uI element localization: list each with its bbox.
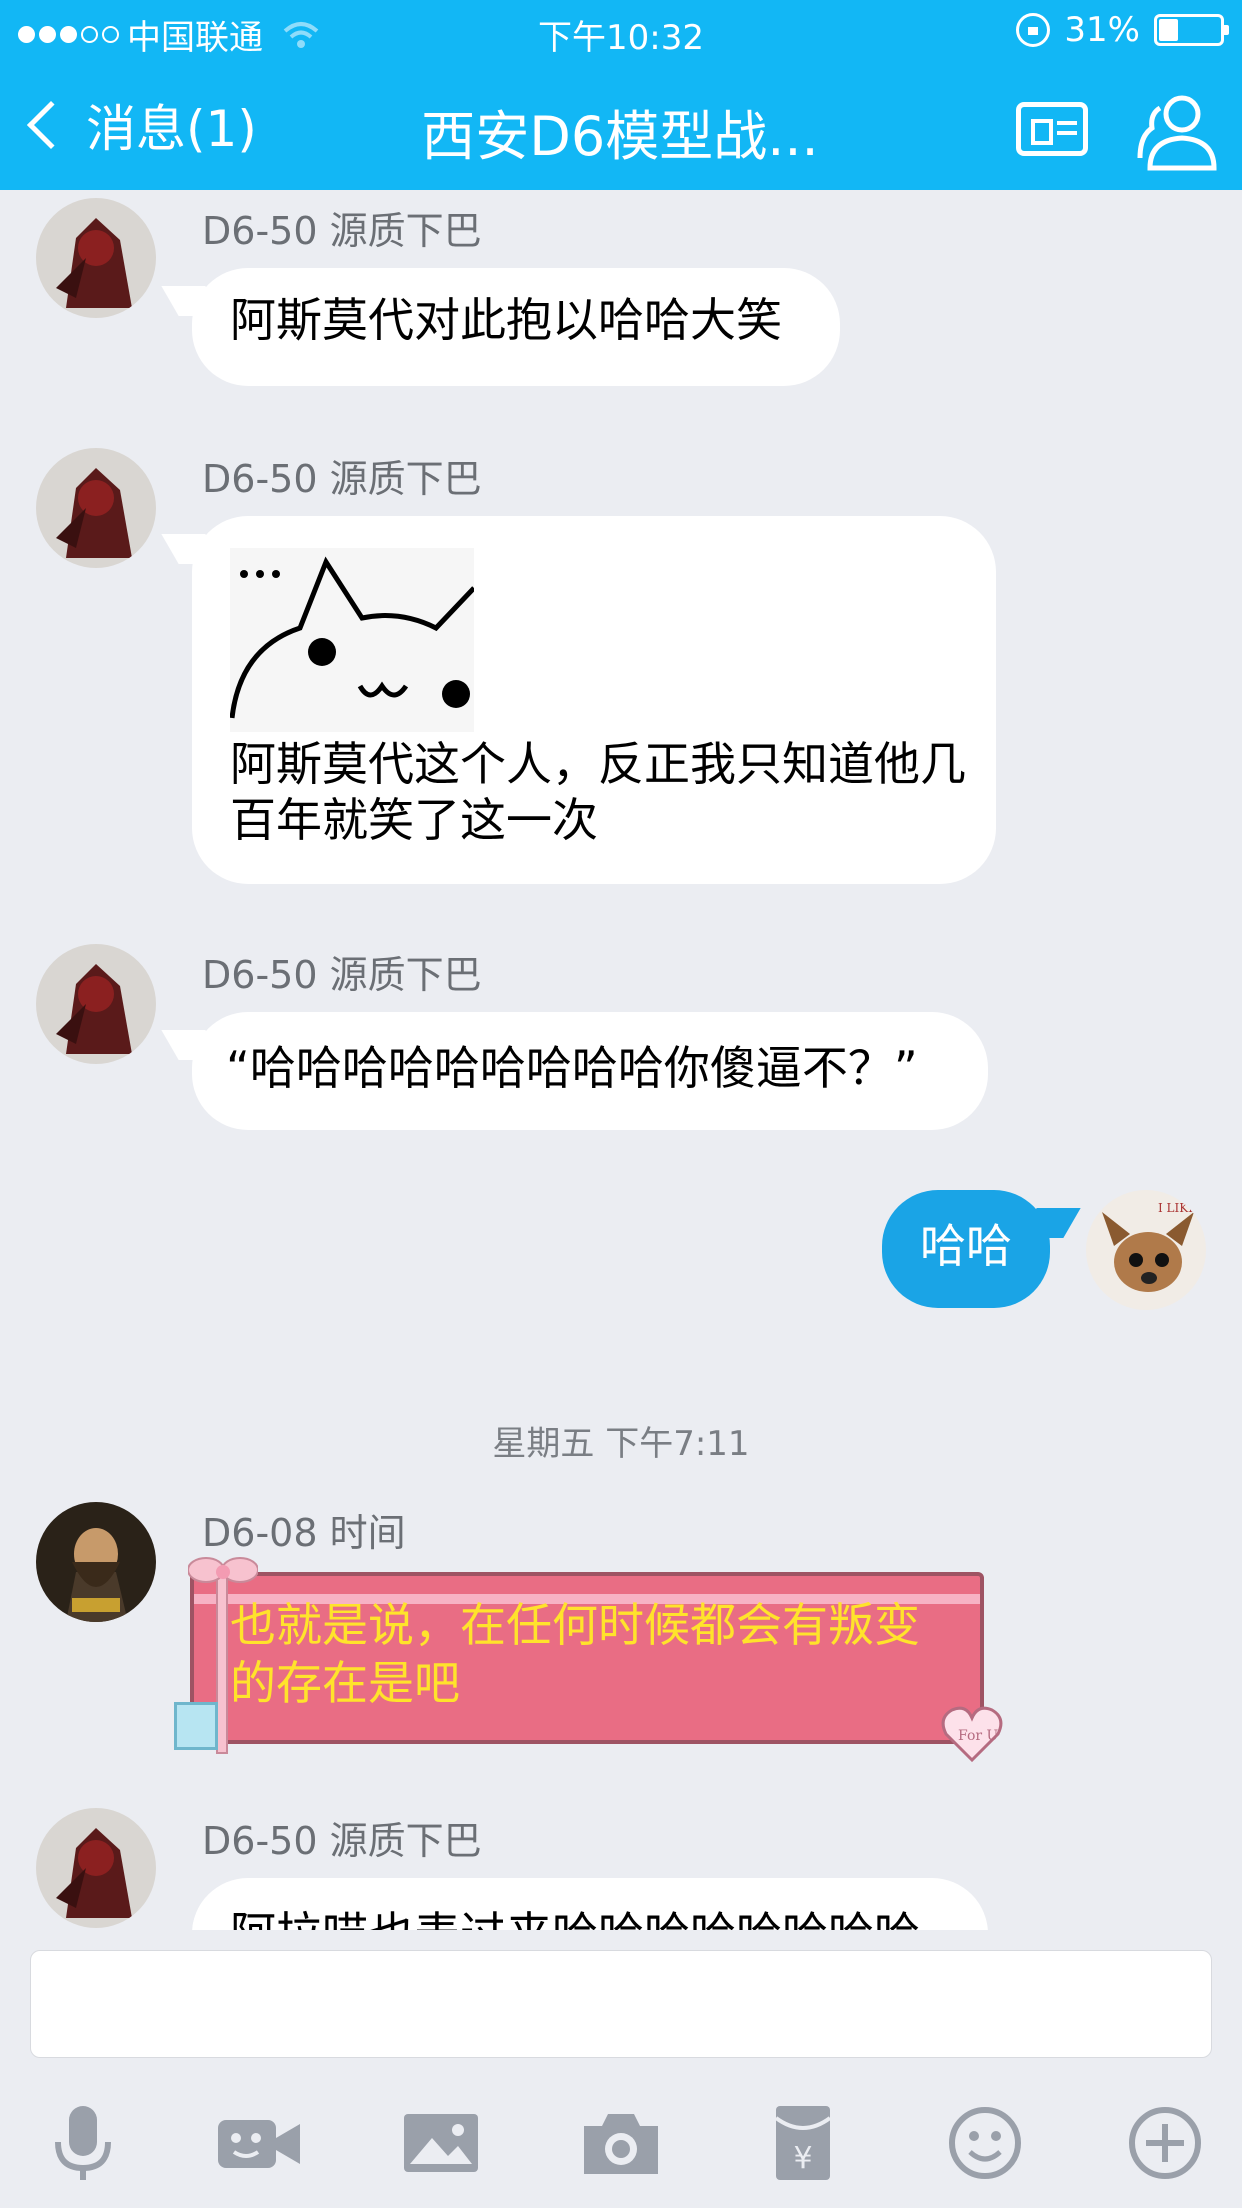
camera-button[interactable] bbox=[576, 2098, 666, 2188]
message-bubble[interactable]: “哈哈哈哈哈哈哈哈哈你傻逼不？” bbox=[192, 1012, 988, 1130]
gift-message-bubble[interactable]: 也就是说，在任何时候都会有叛变的存在是吧 For U bbox=[174, 1557, 1003, 1763]
more-button[interactable] bbox=[1120, 2098, 1210, 2188]
message-input[interactable] bbox=[30, 1950, 1212, 2058]
status-bar: 中国联通 下午10:32 31% bbox=[0, 0, 1242, 62]
message-text: 阿斯莫代这个人，反正我只知道他几百年就笑了这一次 bbox=[230, 737, 966, 847]
emoji-icon bbox=[949, 2107, 1021, 2179]
back-label: 消息(1) bbox=[86, 100, 257, 158]
svg-text:¥: ¥ bbox=[793, 2141, 812, 2176]
header: 中国联通 下午10:32 31% 消息(1) 西安D6模型战... bbox=[0, 0, 1242, 190]
mic-button[interactable] bbox=[38, 2098, 128, 2188]
sender-name: D6-50 源质下巴 bbox=[202, 209, 482, 253]
nav-bar: 消息(1) 西安D6模型战... bbox=[0, 62, 1242, 190]
group-members-icon[interactable] bbox=[1136, 88, 1220, 172]
video-call-button[interactable] bbox=[214, 2098, 304, 2188]
battery-icon bbox=[1154, 14, 1229, 46]
group-card-icon[interactable] bbox=[1016, 102, 1088, 156]
chat-title[interactable]: 西安D6模型战... bbox=[300, 92, 940, 171]
bow-icon bbox=[188, 1557, 258, 1583]
red-packet-button[interactable]: ¥ bbox=[758, 2098, 848, 2188]
gift-box-icon bbox=[174, 1702, 218, 1750]
chevron-left-icon bbox=[26, 100, 76, 150]
avatar[interactable] bbox=[36, 1808, 156, 1928]
sender-name: D6-50 源质下巴 bbox=[202, 457, 482, 501]
message-bubble[interactable]: 阿斯莫代这个人，反正我只知道他几百年就笑了这一次 bbox=[192, 516, 996, 884]
battery-fill bbox=[1159, 19, 1178, 41]
avatar[interactable] bbox=[36, 448, 156, 568]
heart-icon: For U bbox=[941, 1706, 1003, 1763]
battery-percent: 31% bbox=[1064, 10, 1140, 50]
video-icon bbox=[218, 2120, 300, 2168]
image-button[interactable] bbox=[396, 2098, 486, 2188]
camera-icon bbox=[584, 2114, 658, 2174]
status-right: 31% bbox=[1016, 10, 1229, 50]
red-packet-icon: ¥ bbox=[774, 2106, 832, 2180]
avatar[interactable] bbox=[36, 198, 156, 318]
rotation-lock-icon bbox=[1016, 13, 1051, 47]
timestamp: 星期五 下午7:11 bbox=[492, 1424, 750, 1464]
input-bar: ¥ bbox=[0, 1930, 1242, 2208]
sender-name: D6-50 源质下巴 bbox=[202, 953, 482, 997]
message-bubble[interactable]: 阿斯莫代对此抱以哈哈大笑 bbox=[192, 268, 840, 386]
emoji-button[interactable] bbox=[940, 2098, 1030, 2188]
mic-icon bbox=[55, 2106, 111, 2180]
cat-sticker-image bbox=[230, 548, 474, 732]
avatar[interactable] bbox=[36, 944, 156, 1064]
chat-area[interactable]: D6-50 源质下巴 阿斯莫代对此抱以哈哈大笑 D6-50 源质下巴 阿斯莫代这… bbox=[0, 190, 1242, 1930]
message-bubble[interactable]: 阿拉喵也表过来哈哈哈哈哈哈哈哈 bbox=[192, 1878, 988, 1930]
my-avatar[interactable]: I LIKE bbox=[1086, 1190, 1206, 1310]
gift-tag-label: For U bbox=[958, 1728, 999, 1744]
my-message-bubble[interactable]: 哈哈 bbox=[882, 1190, 1050, 1308]
back-button[interactable]: 消息(1) bbox=[20, 90, 257, 160]
sender-name: D6-50 源质下巴 bbox=[202, 1819, 482, 1863]
plus-icon bbox=[1129, 2107, 1201, 2179]
image-icon bbox=[404, 2114, 478, 2172]
avatar-caption: I LIKE bbox=[1158, 1201, 1197, 1215]
avatar[interactable] bbox=[36, 1502, 156, 1622]
sender-name: D6-08 时间 bbox=[202, 1511, 406, 1555]
message-text: 也就是说，在任何时候都会有叛变的存在是吧 bbox=[230, 1598, 920, 1710]
